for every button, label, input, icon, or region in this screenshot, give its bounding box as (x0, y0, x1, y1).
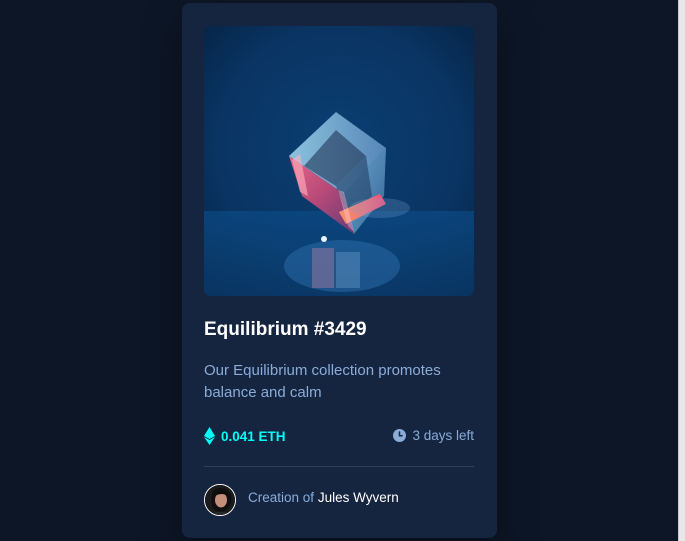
creator: Creation of Jules Wyvern (248, 490, 399, 505)
nft-image[interactable] (204, 26, 474, 296)
time-left-value: 3 days left (412, 428, 474, 443)
divider (204, 466, 474, 467)
nft-title[interactable]: Equilibrium #3429 (204, 319, 367, 341)
creator-name-link[interactable]: Jules Wyvern (318, 490, 399, 505)
avatar (204, 484, 236, 516)
time-left: 3 days left (393, 428, 474, 443)
price-value: 0.041 ETH (221, 428, 286, 444)
nft-description: Our Equilibrium collection promotes bala… (204, 362, 441, 401)
ethereum-icon (204, 427, 215, 445)
window-edge (678, 0, 685, 541)
price: 0.041 ETH (204, 427, 286, 445)
clock-icon (393, 429, 407, 442)
nft-card: Equilibrium #3429 Our Equilibrium collec… (182, 3, 497, 538)
creator-prefix: Creation of (248, 490, 315, 505)
